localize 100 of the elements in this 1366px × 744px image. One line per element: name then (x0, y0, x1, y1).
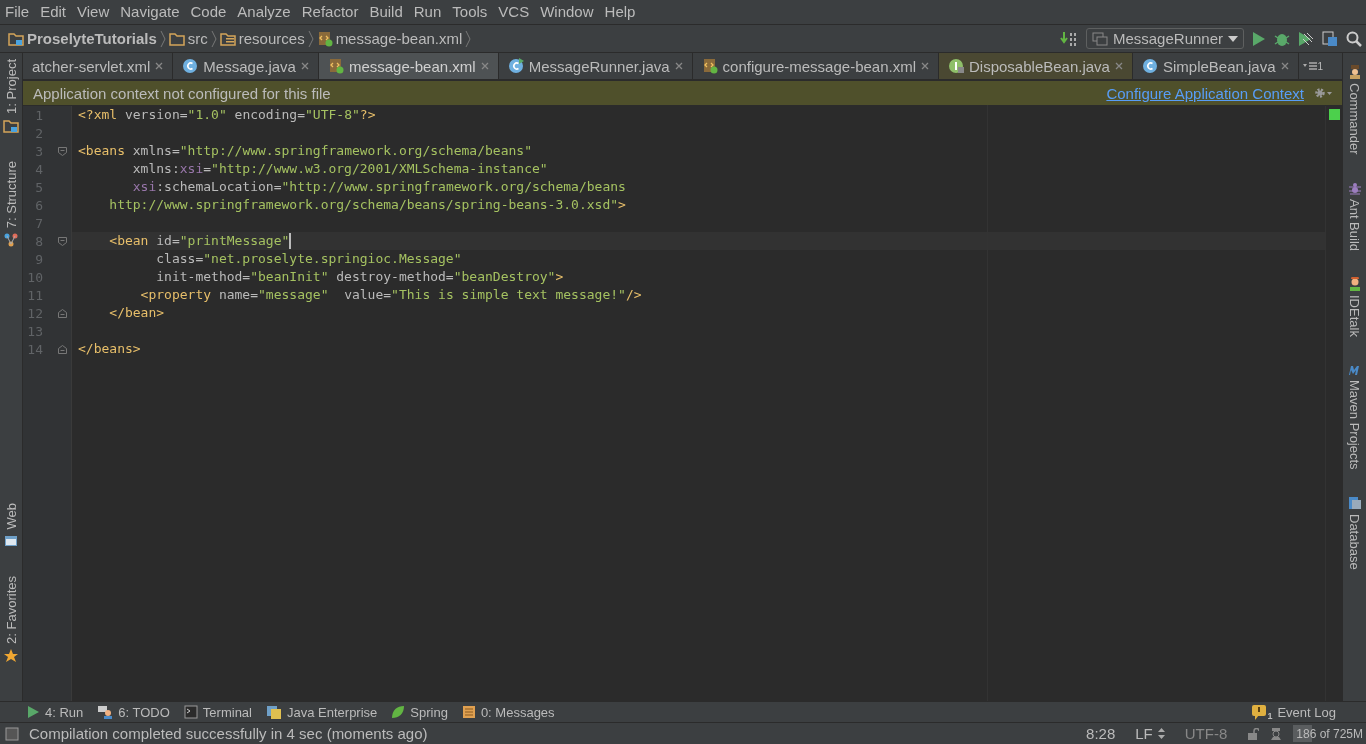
breadcrumb-item[interactable]: src (187, 30, 208, 47)
class-icon (182, 58, 199, 74)
ant-icon (1347, 180, 1362, 195)
code-text: > (618, 196, 626, 214)
code-text: "This is simple text message!" (391, 286, 626, 304)
tool-window-tab[interactable]: Terminal (183, 704, 252, 720)
settings-icon (1314, 87, 1332, 99)
search-icon (1346, 30, 1362, 47)
tool-window-tab[interactable]: 0: Messages (461, 704, 555, 720)
folder-icon (3, 118, 19, 133)
menu-item[interactable]: Build (364, 2, 408, 22)
code-text: "beanDestroy" (453, 268, 556, 286)
code-text: xsi (131, 178, 157, 196)
lock-icon (1247, 727, 1260, 740)
fold-icon (57, 308, 67, 318)
menu-item[interactable]: Navigate (115, 2, 185, 22)
person-icon (1347, 276, 1362, 291)
caret-position[interactable]: 8:28 (1086, 725, 1116, 742)
configure-link[interactable]: Configure Application Context (1106, 84, 1304, 102)
tab-list-button[interactable]: 1 (1298, 53, 1328, 79)
build-icon (1059, 30, 1078, 47)
code-text: </bean> (108, 304, 165, 322)
code-text: id= (155, 232, 180, 250)
menu-item[interactable]: Tools (447, 2, 493, 22)
menu-item[interactable]: Analyze (232, 2, 296, 22)
code-text: xmlns= (131, 142, 180, 160)
tool-window-tab[interactable]: Database (1347, 514, 1362, 570)
web-icon (4, 534, 18, 549)
menu-item[interactable]: Refactor (296, 2, 364, 22)
menu-item[interactable]: File (0, 2, 35, 22)
class-icon (1141, 58, 1158, 74)
code-text: xsi (179, 160, 204, 178)
close-icon (480, 62, 489, 70)
encoding-selector[interactable]: UTF-8 (1184, 725, 1228, 742)
editor-tab[interactable]: message-bean.xml (318, 53, 499, 79)
fold-icon (57, 236, 67, 246)
tool-window-tab[interactable]: IDEtalk (1347, 294, 1362, 337)
folder-icon (219, 31, 236, 46)
code-text: http://www.springframework.org/schema/beans/spring-beans-3.0.xsd" (108, 196, 619, 214)
menu-item[interactable]: View (72, 2, 115, 22)
menu-item[interactable]: Edit (35, 2, 72, 22)
class-icon (507, 58, 524, 74)
code-text: "http://www.springframework.org/schema/beans" (179, 142, 532, 160)
structure-icon (4, 233, 18, 248)
database-icon (1347, 496, 1362, 511)
chevron-icon (159, 29, 166, 48)
caret-icon (1228, 35, 1238, 42)
todo-icon (97, 705, 114, 719)
code-text: /> (625, 286, 642, 304)
code-text: name= (217, 286, 259, 304)
status-message: Compilation completed successfully in 4 sec (moments ago) (29, 725, 428, 742)
xml-file-icon (327, 58, 344, 74)
panel-toggle-icon (5, 726, 19, 741)
breadcrumb-item[interactable]: message-bean.xml (335, 30, 463, 47)
editor-tab[interactable]: DisposableBean.java (939, 53, 1133, 79)
tool-window-tab[interactable]: 4: Run (26, 704, 84, 720)
menu-item[interactable]: Help (599, 2, 641, 22)
window-icon (1091, 31, 1108, 46)
tool-window-tab[interactable]: Ant Build (1347, 198, 1362, 251)
code-text: "printMessage" (179, 232, 290, 250)
memory-indicator[interactable]: 186 of 725M (1293, 725, 1366, 742)
tool-window-tab[interactable]: Java Enterprise (266, 704, 378, 720)
code-text: > (555, 268, 564, 286)
event-log-tab[interactable]: 1 Event Log (1252, 703, 1336, 721)
tool-window-tab[interactable]: 1: Project (3, 59, 19, 114)
xml-file-icon (316, 30, 333, 47)
chevron-icon (307, 29, 314, 48)
menu-item[interactable]: Window (535, 2, 599, 22)
tool-window-tab[interactable]: Commander (1347, 83, 1362, 155)
java-enterprise-icon (266, 705, 282, 719)
folder-icon (168, 31, 185, 46)
code-text: :schemaLocation= (156, 178, 282, 196)
tool-window-tab[interactable]: Maven Projects (1347, 380, 1362, 471)
close-icon (155, 62, 164, 70)
close-icon (300, 62, 309, 70)
code-text: "message" (258, 286, 329, 304)
code-text: encoding= (233, 106, 305, 124)
fold-icon (57, 344, 67, 354)
code-text: "http://www.w3.org/2001/XMLSchema-instance" (211, 160, 548, 178)
code-text: "UTF-8" (305, 106, 360, 124)
tool-window-tab[interactable]: 7: Structure (3, 160, 19, 229)
chevron-icon (210, 29, 217, 48)
tool-window-tab[interactable]: Web (3, 502, 19, 530)
tool-window-tab[interactable]: 6: TODO (97, 704, 170, 720)
tool-window-tab[interactable]: 2: Favorites (3, 576, 19, 644)
menu-item[interactable]: Code (185, 2, 232, 22)
leaf-icon (391, 705, 406, 719)
code-text: "1.0" (187, 106, 227, 124)
menu-item[interactable]: VCS (493, 2, 535, 22)
close-icon (921, 62, 929, 70)
run-configuration-dropdown[interactable]: MessageRunner (1085, 28, 1244, 49)
project-structure-icon (1322, 30, 1338, 47)
breadcrumb-item[interactable]: resources (238, 30, 305, 47)
tool-window-tab[interactable]: Spring (391, 704, 448, 720)
breadcrumb-item[interactable]: ProselyteTutorials (27, 30, 157, 47)
close-icon (674, 62, 683, 70)
status-indicator (1328, 109, 1340, 120)
code-text: ?> (359, 106, 376, 124)
menu-item[interactable]: Run (408, 2, 447, 22)
line-separator-selector[interactable]: LF (1135, 725, 1165, 742)
